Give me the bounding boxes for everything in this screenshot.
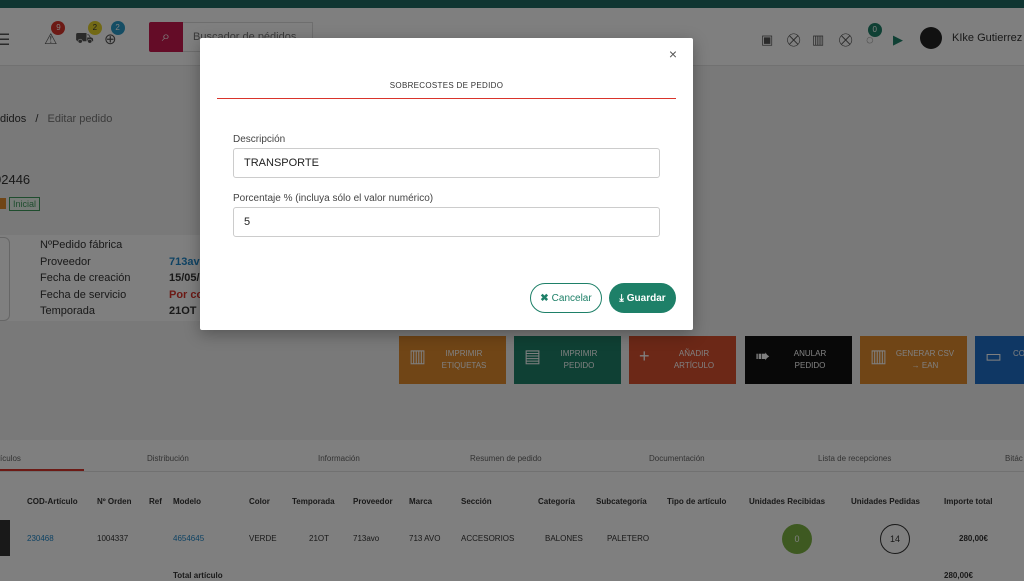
save-button[interactable]: ⤓ Guardar	[609, 283, 676, 313]
download-icon: ⤓	[619, 292, 624, 304]
cancel-icon: ✖	[540, 292, 549, 304]
description-label: Descripción	[233, 134, 286, 145]
percentage-input[interactable]	[233, 207, 660, 237]
modal-title: SOBRECOSTES DE PEDIDO	[389, 81, 504, 90]
close-icon[interactable]: ×	[669, 46, 677, 62]
modal-divider	[217, 98, 676, 99]
description-input[interactable]	[233, 148, 660, 178]
percentage-label: Porcentaje % (incluya sólo el valor numé…	[233, 193, 434, 204]
surcharge-modal: × SOBRECOSTES DE PEDIDO Descripción Porc…	[200, 38, 693, 330]
cancel-button[interactable]: ✖ Cancelar	[530, 283, 602, 313]
